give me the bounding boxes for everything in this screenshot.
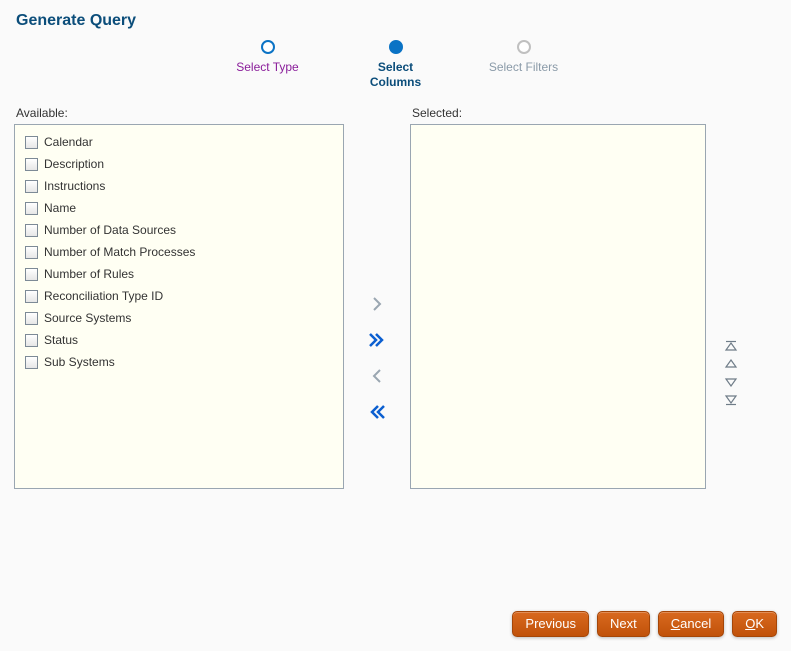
step-select-type[interactable]: Select Type bbox=[223, 40, 313, 90]
list-item-label: Number of Data Sources bbox=[44, 221, 176, 239]
step-select-filters[interactable]: Select Filters bbox=[479, 40, 569, 90]
checkbox-icon[interactable] bbox=[25, 224, 38, 237]
page-title: Generate Query bbox=[16, 12, 777, 30]
step-label: Select Columns bbox=[351, 60, 441, 90]
list-item-label: Source Systems bbox=[44, 309, 131, 327]
selected-label: Selected: bbox=[412, 106, 706, 120]
step-select-columns[interactable]: Select Columns bbox=[351, 40, 441, 90]
list-item[interactable]: Instructions bbox=[21, 175, 337, 197]
checkbox-icon[interactable] bbox=[25, 136, 38, 149]
checkbox-icon[interactable] bbox=[25, 334, 38, 347]
wizard-steps: Select Type Select Columns Select Filter… bbox=[14, 40, 777, 90]
checkbox-icon[interactable] bbox=[25, 268, 38, 281]
move-all-left-button[interactable] bbox=[365, 401, 389, 423]
button-accel: O bbox=[745, 616, 755, 631]
button-accel: C bbox=[671, 616, 680, 631]
chevron-double-left-icon bbox=[368, 405, 386, 419]
checkbox-icon[interactable] bbox=[25, 246, 38, 259]
list-item[interactable]: Status bbox=[21, 329, 337, 351]
chevron-right-icon bbox=[370, 297, 384, 311]
list-item-label: Description bbox=[44, 155, 104, 173]
checkbox-icon[interactable] bbox=[25, 290, 38, 303]
cancel-button[interactable]: Cancel bbox=[658, 611, 724, 637]
list-item[interactable]: Number of Match Processes bbox=[21, 241, 337, 263]
arrow-down-icon bbox=[724, 377, 738, 387]
list-item[interactable]: Source Systems bbox=[21, 307, 337, 329]
arrow-top-icon bbox=[724, 340, 738, 352]
list-item-label: Calendar bbox=[44, 133, 93, 151]
move-down-button[interactable] bbox=[722, 375, 740, 389]
checkbox-icon[interactable] bbox=[25, 158, 38, 171]
step-dot-icon bbox=[261, 40, 275, 54]
arrow-bottom-icon bbox=[724, 394, 738, 406]
move-right-button[interactable] bbox=[365, 293, 389, 315]
shuttle-panes: Available: Calendar Description Instructio… bbox=[14, 106, 777, 489]
available-list[interactable]: Calendar Description Instructions Name Numbe… bbox=[14, 124, 344, 489]
shuttle-buttons bbox=[354, 106, 400, 489]
selected-list[interactable] bbox=[410, 124, 706, 489]
list-item-label: Sub Systems bbox=[44, 353, 115, 371]
move-up-button[interactable] bbox=[722, 357, 740, 371]
list-item-label: Instructions bbox=[44, 177, 105, 195]
previous-button[interactable]: Previous bbox=[512, 611, 589, 637]
list-item[interactable]: Name bbox=[21, 197, 337, 219]
ok-button[interactable]: OK bbox=[732, 611, 777, 637]
chevron-double-right-icon bbox=[368, 333, 386, 347]
list-item[interactable]: Reconciliation Type ID bbox=[21, 285, 337, 307]
available-column: Available: Calendar Description Instructio… bbox=[14, 106, 344, 489]
checkbox-icon[interactable] bbox=[25, 180, 38, 193]
list-item[interactable]: Number of Data Sources bbox=[21, 219, 337, 241]
step-label: Select Filters bbox=[489, 60, 558, 75]
arrow-up-icon bbox=[724, 359, 738, 369]
chevron-left-icon bbox=[370, 369, 384, 383]
list-item[interactable]: Sub Systems bbox=[21, 351, 337, 373]
step-label: Select Type bbox=[236, 60, 298, 75]
move-all-right-button[interactable] bbox=[365, 329, 389, 351]
button-label-rest: K bbox=[755, 616, 764, 631]
wizard-footer: Previous Next Cancel OK bbox=[512, 611, 777, 637]
list-item-label: Name bbox=[44, 199, 76, 217]
available-label: Available: bbox=[16, 106, 344, 120]
list-item-label: Status bbox=[44, 331, 78, 349]
move-bottom-button[interactable] bbox=[722, 393, 740, 407]
checkbox-icon[interactable] bbox=[25, 202, 38, 215]
list-item-label: Number of Rules bbox=[44, 265, 134, 283]
step-dot-icon bbox=[389, 40, 403, 54]
generate-query-dialog: Generate Query Select Type Select Column… bbox=[0, 0, 791, 651]
list-item[interactable]: Number of Rules bbox=[21, 263, 337, 285]
step-dot-icon bbox=[517, 40, 531, 54]
button-label-rest: ancel bbox=[680, 616, 711, 631]
button-label: Previous bbox=[525, 616, 576, 631]
move-top-button[interactable] bbox=[722, 339, 740, 353]
checkbox-icon[interactable] bbox=[25, 312, 38, 325]
list-item[interactable]: Calendar bbox=[21, 131, 337, 153]
list-item[interactable]: Description bbox=[21, 153, 337, 175]
button-label: Next bbox=[610, 616, 637, 631]
reorder-buttons bbox=[716, 106, 746, 489]
move-left-button[interactable] bbox=[365, 365, 389, 387]
list-item-label: Reconciliation Type ID bbox=[44, 287, 163, 305]
checkbox-icon[interactable] bbox=[25, 356, 38, 369]
selected-column: Selected: bbox=[410, 106, 706, 489]
list-item-label: Number of Match Processes bbox=[44, 243, 195, 261]
next-button[interactable]: Next bbox=[597, 611, 650, 637]
